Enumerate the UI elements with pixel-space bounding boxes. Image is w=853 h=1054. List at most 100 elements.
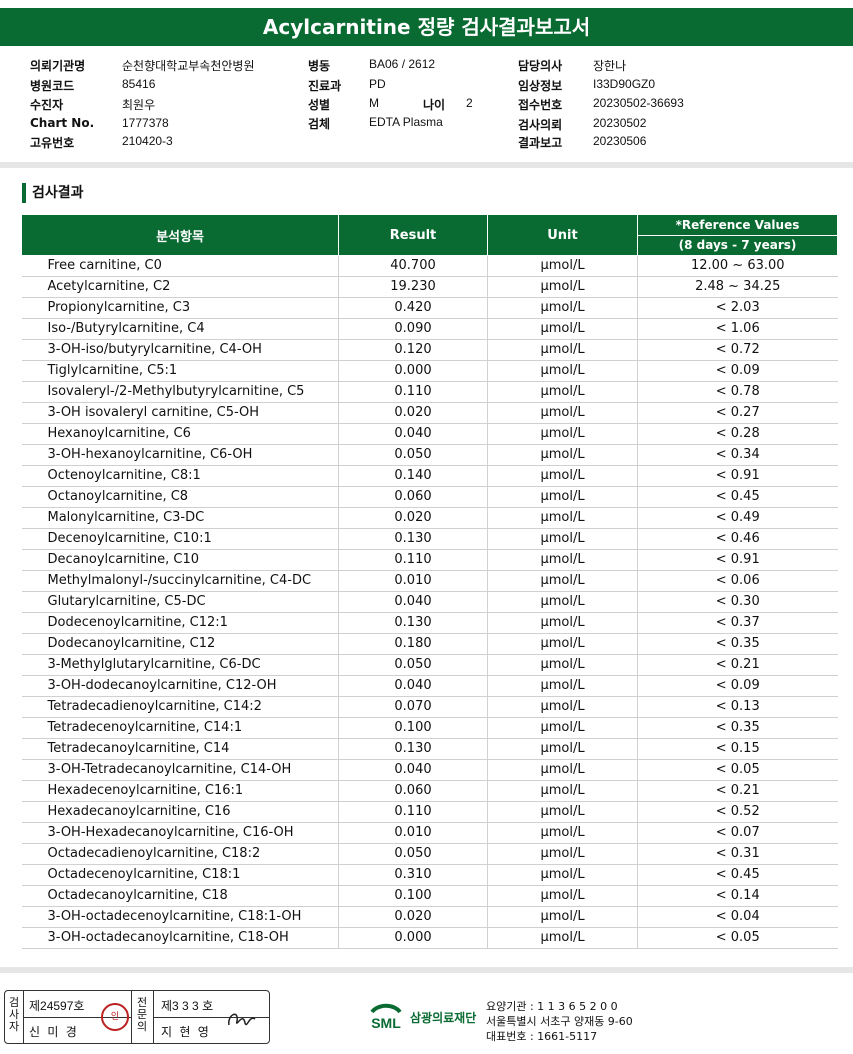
row-item: 3-OH-hexanoylcarnitine, C6-OH xyxy=(21,444,339,466)
row-unit: μmol/L xyxy=(487,318,638,340)
label-chart-no: Chart No. xyxy=(30,116,95,130)
organization-name: 삼광의료재단 xyxy=(410,1011,477,1025)
row-result: 0.040 xyxy=(338,759,488,781)
row-unit: μmol/L xyxy=(487,675,638,697)
phone: 대표번호 : 1661-5117 xyxy=(486,1030,598,1043)
row-result: 0.130 xyxy=(338,738,488,760)
section-title: 검사결과 xyxy=(22,183,84,203)
row-item: Free carnitine, C0 xyxy=(21,255,339,277)
row-result: 0.060 xyxy=(338,780,488,802)
row-reference: < 1.06 xyxy=(637,318,838,340)
table-row: Isovaleryl-/2-Methylbutyrylcarnitine, C5… xyxy=(21,381,838,403)
value-age: 2 xyxy=(466,96,473,110)
header-divider xyxy=(0,162,853,168)
row-result: 0.010 xyxy=(338,822,488,844)
row-unit: μmol/L xyxy=(487,360,638,382)
table-row: 3-OH isovaleryl carnitine, C5-OH 0.020 μmo… xyxy=(21,402,838,424)
label-physician: 담당의사 xyxy=(518,59,563,73)
table-row: Dodecanoylcarnitine, C12 0.180 μmol/L < 0.3… xyxy=(21,633,838,655)
table-row: 3-OH-Tetradecanoylcarnitine, C14-OH 0.040… xyxy=(21,759,838,781)
header-result: Result xyxy=(338,214,488,256)
row-result: 0.130 xyxy=(338,528,488,550)
row-unit: μmol/L xyxy=(487,738,638,760)
table-row: Iso-/Butyrylcarnitine, C4 0.090 μmol/L < 1.… xyxy=(21,318,838,340)
row-reference: < 0.78 xyxy=(637,381,838,403)
specialist-label: 전문의 xyxy=(136,996,148,1033)
table-row: Octadecanoylcarnitine, C18 0.100 μmol/L < 0… xyxy=(21,885,838,907)
header-item: 분석항목 xyxy=(21,214,339,256)
row-reference: 2.48 ~ 34.25 xyxy=(637,276,838,298)
address: 서울특별시 서초구 양재동 9-60 xyxy=(486,1015,633,1028)
row-unit: μmol/L xyxy=(487,654,638,676)
row-item: Tetradecadienoylcarnitine, C14:2 xyxy=(21,696,339,718)
row-item: Octenoylcarnitine, C8:1 xyxy=(21,465,339,487)
row-reference: < 0.21 xyxy=(637,654,838,676)
row-reference: < 0.13 xyxy=(637,696,838,718)
row-reference: < 0.35 xyxy=(637,717,838,739)
row-reference: < 0.45 xyxy=(637,486,838,508)
row-result: 0.040 xyxy=(338,423,488,445)
table-row: Hexanoylcarnitine, C6 0.040 μmol/L < 0.28 xyxy=(21,423,838,445)
row-unit: μmol/L xyxy=(487,381,638,403)
row-unit: μmol/L xyxy=(487,801,638,823)
row-unit: μmol/L xyxy=(487,297,638,319)
agency-number: 요양기관 : 1 1 3 6 5 2 0 0 xyxy=(486,1000,618,1013)
row-result: 0.060 xyxy=(338,486,488,508)
row-item: Glutarylcarnitine, C5-DC xyxy=(21,591,339,613)
row-result: 0.310 xyxy=(338,864,488,886)
row-result: 0.120 xyxy=(338,339,488,361)
table-row: Methylmalonyl-/succinylcarnitine, C4-DC 0… xyxy=(21,570,838,592)
row-result: 0.110 xyxy=(338,801,488,823)
label-clinical-info: 임상정보 xyxy=(518,79,563,93)
row-result: 0.110 xyxy=(338,381,488,403)
row-unit: μmol/L xyxy=(487,339,638,361)
row-item: 3-OH-dodecanoylcarnitine, C12-OH xyxy=(21,675,339,697)
row-item: Tetradecenoylcarnitine, C14:1 xyxy=(21,717,339,739)
table-row: Tetradecanoylcarnitine, C14 0.130 μmol/L < … xyxy=(21,738,838,760)
value-department: PD xyxy=(369,77,386,91)
results-body: Free carnitine, C0 40.700 μmol/L 12.00 ~ 63… xyxy=(21,255,838,949)
row-unit: μmol/L xyxy=(487,717,638,739)
table-row: Malonylcarnitine, C3-DC 0.020 μmol/L < 0.49 xyxy=(21,507,838,529)
row-reference: < 0.15 xyxy=(637,738,838,760)
row-reference: < 0.09 xyxy=(637,360,838,382)
row-item: Octadecanoylcarnitine, C18 xyxy=(21,885,339,907)
header-reference-range: (8 days - 7 years) xyxy=(637,234,838,256)
row-result: 0.100 xyxy=(338,885,488,907)
row-item: Isovaleryl-/2-Methylbutyrylcarnitine, C5 xyxy=(21,381,339,403)
table-row: Acetylcarnitine, C2 19.230 μmol/L 2.48 ~ 34… xyxy=(21,276,838,298)
results-table: 분석항목 Result Unit *Reference Values (8 da… xyxy=(21,214,838,949)
row-item: Dodecanoylcarnitine, C12 xyxy=(21,633,339,655)
row-item: Hexadecenoylcarnitine, C16:1 xyxy=(21,780,339,802)
value-hospital-code: 85416 xyxy=(122,77,156,91)
table-row: Tiglylcarnitine, C5:1 0.000 μmol/L < 0.09 xyxy=(21,360,838,382)
row-reference: < 0.46 xyxy=(637,528,838,550)
table-row: Dodecenoylcarnitine, C12:1 0.130 μmol/L < 0… xyxy=(21,612,838,634)
row-item: 3-Methylglutarylcarnitine, C6-DC xyxy=(21,654,339,676)
table-row: Hexadecenoylcarnitine, C16:1 0.060 μmol/L <… xyxy=(21,780,838,802)
row-item: Hexadecanoylcarnitine, C16 xyxy=(21,801,339,823)
row-unit: μmol/L xyxy=(487,696,638,718)
row-unit: μmol/L xyxy=(487,780,638,802)
table-row: Glutarylcarnitine, C5-DC 0.040 μmol/L < 0.3… xyxy=(21,591,838,613)
row-unit: μmol/L xyxy=(487,465,638,487)
row-unit: μmol/L xyxy=(487,276,638,298)
row-unit: μmol/L xyxy=(487,822,638,844)
row-result: 0.070 xyxy=(338,696,488,718)
row-reference: < 0.27 xyxy=(637,402,838,424)
label-sex: 성별 xyxy=(308,98,331,112)
row-unit: μmol/L xyxy=(487,549,638,571)
table-row: Decanoylcarnitine, C10 0.110 μmol/L < 0.91 xyxy=(21,549,838,571)
table-row: 3-OH-iso/butyrylcarnitine, C4-OH 0.120 μmo… xyxy=(21,339,838,361)
label-age: 나이 xyxy=(423,98,446,112)
signature-box: 검사자 제24597호 신 미 경 인 전문의 제3 3 3 호 지 현 영 xyxy=(4,990,270,1044)
sml-logo-icon: SML xyxy=(370,1003,402,1031)
value-unique-no: 210420-3 xyxy=(122,134,173,148)
table-row: Tetradecenoylcarnitine, C14:1 0.100 μmol/L… xyxy=(21,717,838,739)
row-item: Octanoylcarnitine, C8 xyxy=(21,486,339,508)
row-item: Octadecadienoylcarnitine, C18:2 xyxy=(21,843,339,865)
row-result: 0.140 xyxy=(338,465,488,487)
table-row: 3-OH-dodecanoylcarnitine, C12-OH 0.040 μmo… xyxy=(21,675,838,697)
table-row: Tetradecadienoylcarnitine, C14:2 0.070 μmo… xyxy=(21,696,838,718)
value-requesting-institution: 순천향대학교부속천안병원 xyxy=(122,59,255,73)
